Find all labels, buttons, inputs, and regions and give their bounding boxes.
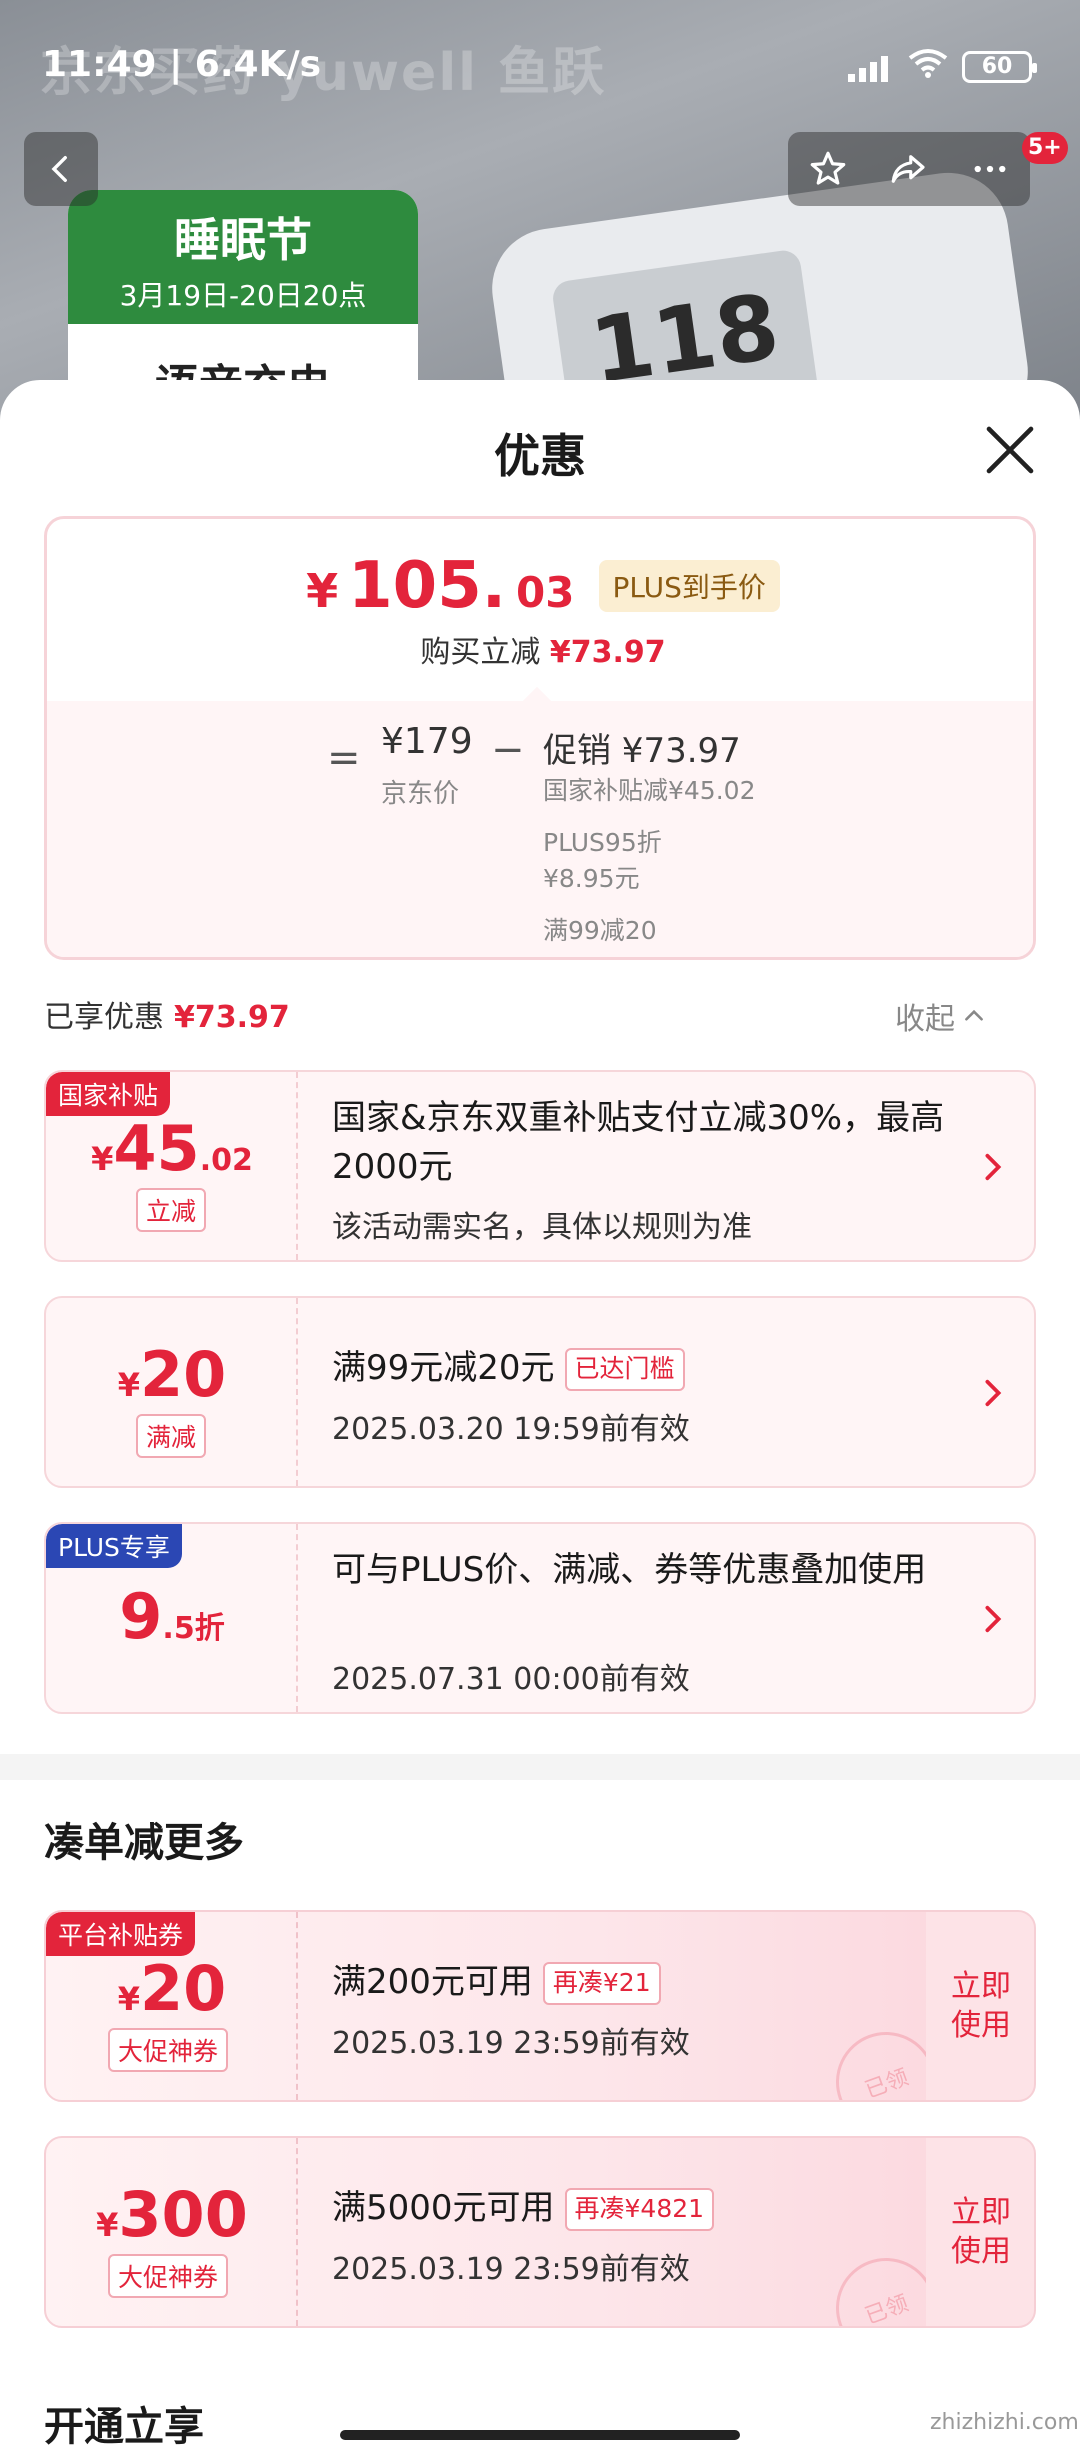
status-time: 11:49 | 6.4K/s xyxy=(42,44,322,85)
coupon-desc: 2025.03.19 23:59前有效 xyxy=(332,2026,690,2061)
use-now-button[interactable]: 立即使用 xyxy=(926,1912,1034,2100)
coupon-desc: 该活动需实名，具体以规则为准 xyxy=(332,1210,752,1245)
enjoyed-label: 已享优惠 xyxy=(44,1000,164,1035)
coupon-type: 大促神券 xyxy=(108,2254,229,2298)
promo-detail: ¥8.95元 xyxy=(543,864,640,893)
jd-price-label: 京东价 xyxy=(381,779,460,809)
coupon-amount: ¥20 xyxy=(117,1952,227,2025)
price-yen: ¥ xyxy=(306,564,339,618)
instant-discount-value: ¥73.97 xyxy=(549,635,666,670)
discount-sheet: 优惠 ¥105. 03 PLUS到手价 购买立减 ¥73.97 = ¥179 京东… xyxy=(0,380,1080,2460)
coupon-type: 大促神券 xyxy=(108,2028,229,2072)
collapse-button[interactable]: 收起 xyxy=(895,994,987,1038)
price-breakdown-card: ¥105. 03 PLUS到手价 购买立减 ¥73.97 = ¥179 京东价 −… xyxy=(44,516,1036,960)
section-title: 凑单减更多 xyxy=(44,1820,244,1866)
chevron-right-icon xyxy=(985,1379,1002,1407)
wifi-icon xyxy=(908,48,948,86)
use-now-label: 立即使用 xyxy=(951,1969,1011,2043)
coupon-desc: 2025.07.31 00:00前有效 xyxy=(332,1662,690,1697)
add-more-tag: 再凑¥4821 xyxy=(564,2188,715,2231)
price-int: 105. xyxy=(348,549,507,623)
threshold-tag: 已达门槛 xyxy=(564,1348,685,1391)
coupon-desc: 2025.03.19 23:59前有效 xyxy=(332,2252,690,2287)
promo-coupon-card[interactable]: ¥300 大促神券 满5000元可用 再凑¥4821 2025.03.19 23:… xyxy=(44,2136,1036,2328)
coupon-card[interactable]: 9.5折 PLUS专享 可与PLUS价、满减、券等优惠叠加使用 2025.07.… xyxy=(44,1522,1036,1714)
star-icon[interactable] xyxy=(807,148,849,190)
jd-price: ¥179 xyxy=(381,721,473,762)
promo-detail: 国家补贴减¥45.02 xyxy=(543,776,756,805)
enjoyed-value: ¥73.97 xyxy=(174,1000,290,1035)
status-icons: 60 xyxy=(848,48,1037,86)
promo-detail: PLUS95折 xyxy=(543,828,662,857)
coupon-corner-tag: 国家补贴 xyxy=(46,1072,171,1116)
coupon-desc: 2025.03.20 19:59前有效 xyxy=(332,1412,690,1447)
chevron-up-icon xyxy=(965,1009,983,1021)
coupon-title: 满99元减20元 已达门槛 xyxy=(332,1344,952,1393)
chevron-right-icon xyxy=(985,1605,1002,1633)
coupon-title: 可与PLUS价、满减、券等优惠叠加使用 xyxy=(332,1550,927,1590)
price-dec: 03 xyxy=(516,568,575,617)
plus-price-tag: PLUS到手价 xyxy=(598,560,780,612)
section-divider xyxy=(0,1754,1080,1780)
use-now-label: 立即使用 xyxy=(951,2195,1011,2269)
coupon-corner-tag: 平台补贴券 xyxy=(46,1912,196,1956)
coupon-card[interactable]: ¥20 满减 满99元减20元 已达门槛 2025.03.20 19:59前有效 xyxy=(44,1296,1036,1488)
promo-coupon-card[interactable]: ¥20 大促神券 平台补贴券 满200元可用 再凑¥21 2025.03.19 2… xyxy=(44,1910,1036,2102)
close-icon[interactable] xyxy=(982,422,1038,478)
back-button[interactable] xyxy=(24,132,98,206)
price-calculation: = ¥179 京东价 − 促销 ¥73.97 国家补贴减¥45.02 PLUS9… xyxy=(47,701,1033,957)
promo-total: 促销 ¥73.97 xyxy=(543,731,741,771)
coupon-card[interactable]: ¥45.02 立减 国家补贴 国家&京东双重补贴支付立减30%，最高2000元 … xyxy=(44,1070,1036,1262)
coupon-type: 立减 xyxy=(136,1188,207,1232)
minus-sign: − xyxy=(491,727,525,773)
nav-actions xyxy=(788,132,1030,206)
site-watermark: zhizhizhi.com xyxy=(930,2410,1079,2435)
next-section-title: 开通立享 xyxy=(44,2404,204,2450)
coupon-amount: 9.5折 xyxy=(119,1580,225,1653)
coupon-type: 满减 xyxy=(136,1414,207,1458)
share-icon[interactable] xyxy=(888,148,930,190)
status-bar: 11:49 | 6.4K/s 60 xyxy=(0,0,1080,130)
promo-title: 睡眠节 xyxy=(174,213,312,267)
coupon-amount: ¥20 xyxy=(117,1338,227,1411)
message-badge: 5+ xyxy=(1022,132,1068,164)
coupon-title: 满5000元可用 再凑¥4821 xyxy=(332,2184,952,2233)
use-now-button[interactable]: 立即使用 xyxy=(926,2138,1034,2326)
battery-icon: 60 xyxy=(962,51,1037,83)
add-more-tag: 再凑¥21 xyxy=(542,1962,661,2005)
instant-discount: 购买立减 ¥73.97 xyxy=(47,627,1033,671)
coupon-amount: ¥45.02 xyxy=(91,1112,253,1185)
coupon-title: 满200元可用 再凑¥21 xyxy=(332,1958,952,2007)
coupon-title: 国家&京东双重补贴支付立减30%，最高2000元 xyxy=(332,1098,945,1188)
equals-sign: = xyxy=(327,735,361,781)
sheet-title: 优惠 xyxy=(494,429,586,483)
more-icon[interactable] xyxy=(969,148,1011,190)
chevron-left-icon xyxy=(51,155,67,183)
chevron-right-icon xyxy=(985,1153,1002,1181)
instant-discount-label: 购买立减 xyxy=(420,635,541,670)
collapse-label: 收起 xyxy=(895,1002,955,1037)
signal-icon xyxy=(848,52,894,82)
enjoyed-discount: 已享优惠 ¥73.97 xyxy=(44,992,290,1036)
home-indicator[interactable] xyxy=(340,2430,740,2440)
promo-detail: 满99减20 xyxy=(543,916,657,945)
promo-date: 3月19日-20日20点 xyxy=(119,279,367,312)
coupon-corner-tag: PLUS专享 xyxy=(46,1524,182,1568)
coupon-amount: ¥300 xyxy=(96,2178,248,2251)
final-price: ¥105. 03 PLUS到手价 xyxy=(47,549,1033,623)
